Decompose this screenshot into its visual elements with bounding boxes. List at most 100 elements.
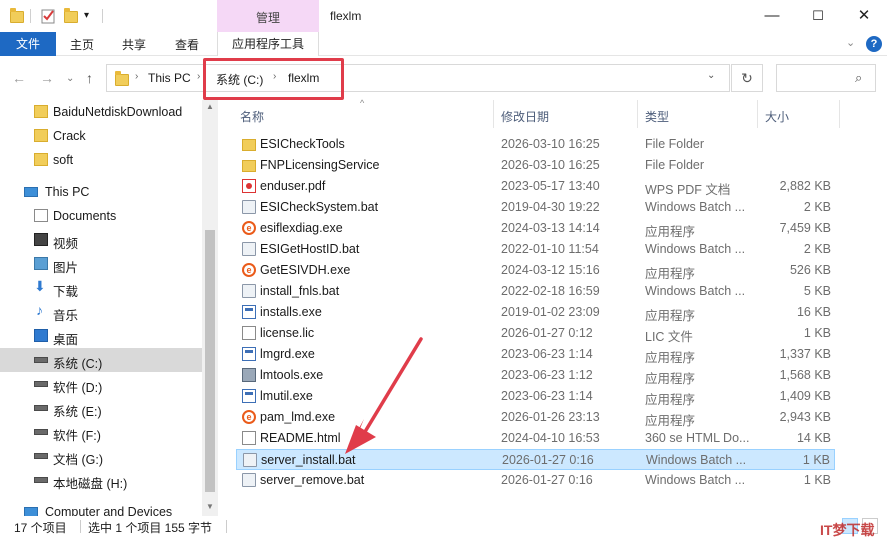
file-row[interactable]: FNPLicensingService 2026-03-10 16:25 File …	[236, 155, 835, 176]
file-row[interactable]: ESICheckSystem.bat 2019-04-30 19:22 Window…	[236, 197, 835, 218]
file-row[interactable]: enduser.pdf 2023-05-17 13:40 WPS PDF 文档 2,8…	[236, 176, 835, 197]
address-dropdown-button[interactable]: ⌄	[707, 70, 715, 81]
file-date: 2026-03-10 16:25	[501, 158, 600, 172]
column-divider[interactable]	[493, 100, 494, 128]
ribbon-expand-icon[interactable]: ⌄	[846, 36, 855, 49]
file-type: 应用程序	[645, 414, 696, 428]
file-row[interactable]: license.lic 2026-01-27 0:12 LIC 文件 1 KB	[236, 323, 835, 344]
nav-item-label: 音乐	[53, 309, 79, 323]
column-header-type[interactable]: 类型	[645, 108, 669, 125]
file-row[interactable]: server_remove.bat 2026-01-27 0:16 Windows …	[236, 470, 835, 491]
nav-item-documents[interactable]: Documents	[0, 204, 202, 228]
file-type: 应用程序	[645, 309, 696, 323]
chevron-down-icon[interactable]: ▾	[84, 10, 89, 26]
maximize-button[interactable]: ☐	[800, 4, 836, 28]
tab-app-tools[interactable]: 应用程序工具	[217, 32, 319, 56]
nav-scrollbar[interactable]: ▲ ▼	[202, 100, 218, 516]
file-row[interactable]: README.html 2024-04-10 16:53 360 se HTML D…	[236, 428, 835, 449]
nav-item-label: soft	[53, 153, 74, 167]
nav-item-label: 软件 (F:)	[53, 429, 101, 443]
tab-view[interactable]: 查看	[175, 36, 199, 53]
manage-label: 管理	[255, 11, 280, 25]
file-row[interactable]: install_fnls.bat 2022-02-18 16:59 Windows …	[236, 281, 835, 302]
drive-icon	[34, 429, 48, 435]
tab-file[interactable]: 文件	[0, 32, 56, 56]
pdf-icon	[242, 179, 256, 193]
divider	[226, 520, 227, 533]
file-row[interactable]: server_install.bat 2026-01-27 0:16 Windows…	[236, 449, 835, 470]
selection-info: 选中 1 个项目 155 字节	[88, 521, 213, 535]
nav-item-desktop[interactable]: 桌面	[0, 324, 202, 348]
nav-item-network[interactable]: Computer and Devices	[0, 500, 202, 516]
nav-item-crack[interactable]: Crack	[0, 124, 202, 148]
file-row[interactable]: lmutil.exe 2023-06-23 1:14 应用程序 1,409 KB	[236, 386, 835, 407]
nav-item-drive-d[interactable]: 软件 (D:)	[0, 372, 202, 396]
nav-item-soft[interactable]: soft	[0, 148, 202, 172]
file-type: File Folder	[645, 137, 705, 151]
nav-scrollbar-thumb[interactable]	[205, 230, 215, 492]
file-size: 1,568 KB	[779, 368, 831, 382]
search-input[interactable]: ⌕	[776, 64, 876, 92]
nav-item-music[interactable]: ♪ 音乐	[0, 300, 202, 324]
scroll-up-arrow-icon[interactable]: ▲	[206, 102, 214, 111]
manage-context-tab[interactable]: 管理	[217, 0, 319, 34]
file-row[interactable]: installs.exe 2019-01-02 23:09 应用程序 16 KB	[236, 302, 835, 323]
scroll-down-arrow-icon[interactable]: ▼	[206, 502, 214, 511]
column-header-name[interactable]: 名称	[240, 108, 264, 125]
breadcrumb-this-pc[interactable]: This PC	[148, 71, 191, 85]
recent-locations-button[interactable]: ⌄	[66, 73, 74, 84]
folder-icon	[115, 71, 129, 86]
forward-button[interactable]: →	[40, 70, 54, 86]
nav-item-label: 系统 (E:)	[53, 405, 102, 419]
nav-item-drive-h[interactable]: 本地磁盘 (H:)	[0, 468, 202, 492]
file-row[interactable]: e GetESIVDH.exe 2024-03-12 15:16 应用程序 526 KB	[236, 260, 835, 281]
nav-item-videos[interactable]: 视频	[0, 228, 202, 252]
search-icon[interactable]: ⌕	[855, 70, 862, 86]
drive-icon	[34, 357, 48, 363]
column-divider[interactable]	[757, 100, 758, 128]
file-name: license.lic	[260, 326, 315, 340]
column-divider[interactable]	[839, 100, 840, 128]
nav-item-downloads[interactable]: ⬇ 下载	[0, 276, 202, 300]
nav-item-baidunetdiskdownload[interactable]: BaiduNetdiskDownload	[0, 100, 202, 124]
column-header-size[interactable]: 大小	[765, 108, 789, 125]
documents-icon	[34, 209, 48, 222]
file-date: 2022-02-18 16:59	[501, 284, 600, 298]
file-row[interactable]: lmtools.exe 2023-06-23 1:12 应用程序 1,568 KB	[236, 365, 835, 386]
file-size: 2 KB	[803, 200, 831, 214]
nav-item-label: 本地磁盘 (H:)	[53, 477, 128, 491]
tab-share[interactable]: 共享	[122, 36, 146, 53]
nav-item-drive-f[interactable]: 软件 (F:)	[0, 420, 202, 444]
nav-item-drive-e[interactable]: 系统 (E:)	[0, 396, 202, 420]
file-type: Windows Batch ...	[646, 453, 747, 467]
back-button[interactable]: ←	[12, 70, 26, 86]
file-row[interactable]: ESICheckTools 2026-03-10 16:25 File Folder	[236, 134, 835, 155]
file-row[interactable]: e esiflexdiag.exe 2024-03-13 14:14 应用程序 7,45…	[236, 218, 835, 239]
item-count: 17 个项目	[14, 521, 67, 535]
file-size: 16 KB	[796, 305, 831, 319]
file-size: 1,409 KB	[779, 389, 831, 403]
up-button[interactable]: ↑	[86, 70, 93, 86]
column-header-date[interactable]: 修改日期	[501, 108, 549, 125]
tab-home[interactable]: 主页	[70, 36, 94, 53]
file-row[interactable]: e pam_lmd.exe 2026-01-26 23:13 应用程序 2,943 KB	[236, 407, 835, 428]
file-type: 应用程序	[645, 267, 696, 281]
help-icon[interactable]: ?	[866, 36, 882, 52]
nav-item-drive-c[interactable]: 系统 (C:)	[0, 348, 202, 372]
nav-item-label: 视频	[53, 237, 79, 251]
nav-item-pictures[interactable]: 图片	[0, 252, 202, 276]
folder-icon	[34, 129, 48, 142]
nav-item-this-pc[interactable]: This PC	[0, 180, 202, 204]
chevron-right-icon[interactable]: ›	[197, 71, 200, 82]
refresh-button[interactable]: ↻	[731, 64, 763, 92]
file-date: 2026-03-10 16:25	[501, 137, 600, 151]
address-bar[interactable]: › This PC › 系统 (C:) › flexlm	[106, 64, 730, 92]
nav-item-drive-g[interactable]: 文档 (G:)	[0, 444, 202, 468]
chevron-right-icon[interactable]: ›	[135, 71, 138, 82]
close-button[interactable]: ✕	[846, 4, 882, 28]
minimize-button[interactable]: —	[754, 4, 790, 28]
file-row[interactable]: lmgrd.exe 2023-06-23 1:14 应用程序 1,337 KB	[236, 344, 835, 365]
column-divider[interactable]	[637, 100, 638, 128]
properties-checkmark-icon[interactable]	[40, 8, 56, 24]
file-row[interactable]: ESIGetHostID.bat 2022-01-10 11:54 Windows …	[236, 239, 835, 260]
